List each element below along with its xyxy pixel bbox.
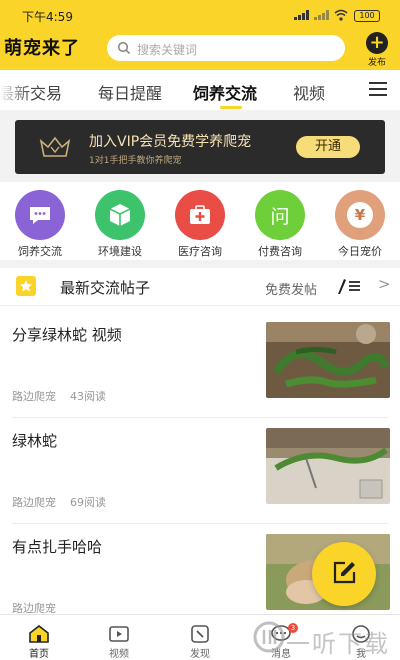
- category-medical[interactable]: 医疗咨询: [165, 190, 235, 258]
- post-author: 路边爬宠: [12, 496, 56, 509]
- price-icon: ¥: [335, 190, 385, 240]
- app-screen: 下午4:59 100 萌宠来了 搜索关键词 + 发布 最新交易 每日提醒 饲养交…: [0, 0, 400, 660]
- category-environment[interactable]: 环境建设: [85, 190, 155, 258]
- status-bar: 下午4:59 100: [0, 0, 400, 28]
- post-title: 绿林蛇: [12, 432, 58, 450]
- post-thumbnail: [266, 322, 390, 398]
- vip-banner[interactable]: 加入VIP会员免费学养爬宠 1对1手把手教你养爬宠 开通: [15, 120, 385, 174]
- tab-fade: [0, 70, 30, 110]
- app-logo: 萌宠来了: [4, 38, 80, 59]
- category-label: 医疗咨询: [178, 245, 222, 258]
- discover-icon: [191, 625, 209, 643]
- nav-label: 发现: [190, 649, 210, 660]
- category-label: 饲养交流: [18, 245, 62, 258]
- signal-2-icon: [314, 10, 330, 20]
- nav-label: 视频: [109, 649, 129, 660]
- post-thumbnail: [266, 428, 390, 504]
- video-icon: [109, 626, 129, 642]
- search-icon: [117, 41, 131, 55]
- menu-icon[interactable]: [369, 82, 387, 96]
- chat-icon: [15, 190, 65, 240]
- watermark-logo-icon: [253, 621, 285, 653]
- vip-title: 加入VIP会员免费学养爬宠: [89, 134, 252, 150]
- nav-video[interactable]: 视频: [97, 621, 141, 660]
- section-title: 最新交流帖子: [60, 279, 151, 297]
- post-item[interactable]: 分享绿林蛇 视频 路边爬宠 43阅读: [0, 312, 400, 418]
- cube-icon: [95, 190, 145, 240]
- home-icon: [29, 625, 49, 643]
- category-label: 付费咨询: [258, 245, 302, 258]
- post-reads: 69阅读: [70, 496, 106, 509]
- battery-icon: 100: [354, 10, 380, 22]
- compose-fab-button[interactable]: [312, 542, 376, 606]
- pen-icon[interactable]: [336, 277, 362, 295]
- wifi-icon: [334, 9, 348, 21]
- category-tabs: 最新交易 每日提醒 饲养交流 视频: [0, 70, 400, 110]
- category-price-today[interactable]: ¥ 今日宠价: [325, 190, 395, 258]
- publish-button[interactable]: + 发布: [364, 32, 390, 68]
- nav-label: 首页: [29, 649, 49, 660]
- crown-icon: [39, 136, 71, 157]
- nav-home[interactable]: 首页: [17, 621, 61, 660]
- post-reads: 43阅读: [70, 390, 106, 403]
- edit-icon: [333, 561, 356, 584]
- signal-icon: [294, 10, 312, 20]
- tab-feeding-exchange[interactable]: 饲养交流: [193, 80, 257, 104]
- tab-video[interactable]: 视频: [293, 80, 325, 104]
- tab-daily-reminder[interactable]: 每日提醒: [98, 80, 162, 104]
- post-meta: 路边爬宠 43阅读: [12, 388, 106, 404]
- category-label: 今日宠价: [338, 245, 382, 258]
- category-label: 环境建设: [98, 245, 142, 258]
- price-glyph: ¥: [335, 202, 385, 228]
- category-paid-consult[interactable]: 问 付费咨询: [245, 190, 315, 258]
- post-author: 路边爬宠: [12, 390, 56, 403]
- divider: [0, 260, 400, 268]
- question-glyph: 问: [270, 206, 290, 228]
- publish-label: 发布: [367, 58, 386, 68]
- watermark: 一听下载: [248, 618, 398, 658]
- plus-icon: +: [366, 32, 388, 54]
- search-placeholder: 搜索关键词: [137, 43, 198, 57]
- nav-discover[interactable]: 发现: [178, 621, 222, 660]
- active-tab-indicator: [220, 106, 242, 109]
- post-meta: 路边爬宠 69阅读: [12, 494, 106, 510]
- section-header: 最新交流帖子 免费发帖 >: [0, 268, 400, 306]
- post-title: 分享绿林蛇 视频: [12, 326, 122, 344]
- chevron-right-icon[interactable]: >: [378, 275, 391, 293]
- category-feeding-exchange[interactable]: 饲养交流: [5, 190, 75, 258]
- medical-kit-icon: [175, 190, 225, 240]
- post-item[interactable]: 绿林蛇 路边爬宠 69阅读: [0, 418, 400, 524]
- search-input[interactable]: 搜索关键词: [107, 35, 345, 61]
- vip-subtitle: 1对1手把手教你养爬宠: [89, 156, 182, 166]
- post-title: 有点扎手哈哈: [12, 538, 103, 556]
- status-time: 下午4:59: [22, 10, 73, 24]
- star-icon: [16, 276, 36, 296]
- top-header: 下午4:59 100 萌宠来了 搜索关键词 + 发布: [0, 0, 400, 70]
- free-post-link[interactable]: 免费发帖: [265, 279, 317, 298]
- vip-open-button[interactable]: 开通: [296, 136, 360, 158]
- watermark-text: 一听下载: [286, 630, 390, 658]
- category-grid: 饲养交流 环境建设 医疗咨询 问 付费咨询 ¥ 今日宠价: [0, 182, 400, 260]
- question-icon: 问: [255, 190, 305, 240]
